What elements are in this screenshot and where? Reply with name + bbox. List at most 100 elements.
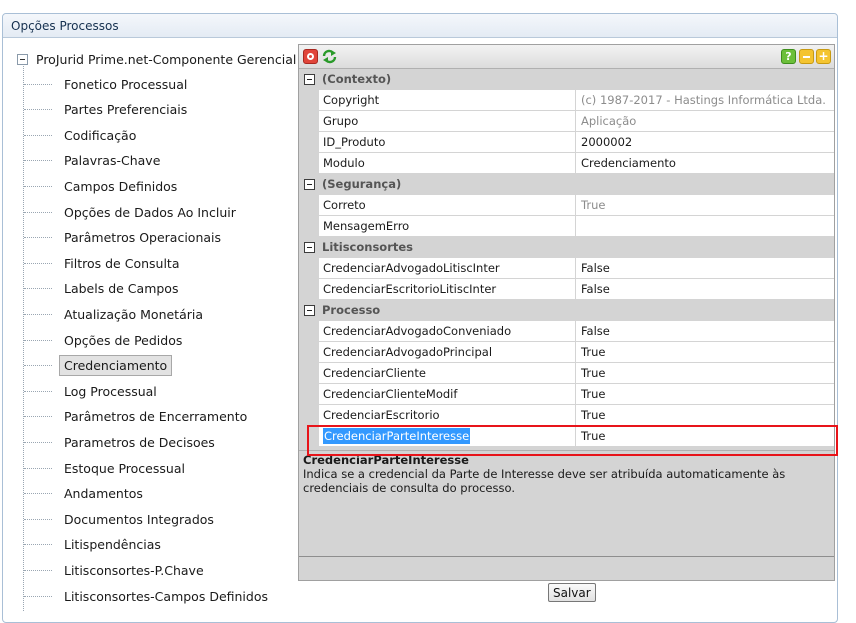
collapse-icon[interactable] [304,179,315,190]
property-value[interactable]: 2000002 [576,132,834,153]
tree-item[interactable]: Filtros de Consulta [24,252,185,274]
tree-item-label[interactable]: Opções de Pedidos [59,330,187,351]
tree-item-label[interactable]: Palavras-Chave [59,150,165,171]
property-name[interactable]: MensagemErro [319,216,576,237]
tree-item-label[interactable]: Estoque Processual [59,458,190,479]
tree-item-label[interactable]: Codificação [59,125,141,146]
collapse-icon[interactable] [304,74,315,85]
tree-item-label[interactable]: Atualização Monetária [59,304,208,325]
tree-root-label[interactable]: ProJurid Prime.net-Componente Gerencial [36,52,296,67]
tree-root[interactable]: ProJurid Prime.net-Componente Gerencial [17,49,296,69]
property-name[interactable]: Copyright [319,90,576,111]
tree-item[interactable]: Parametros de Decisoes [24,431,220,453]
grid-property-row[interactable]: Modulo Credenciamento [299,153,834,174]
tree-item[interactable]: Parâmetros de Encerramento [24,406,252,428]
tree-item-label[interactable]: Documentos Integrados [59,509,219,530]
tree-item[interactable]: Andamentos [24,483,148,505]
help-icon[interactable]: ? [781,49,796,64]
tree-item-label[interactable]: Andamentos [59,483,148,504]
tree-item[interactable]: Labels de Campos [24,278,183,300]
property-value[interactable]: False [576,279,834,300]
tree-item-label[interactable]: Litisconsortes-Campos Definidos [59,586,273,607]
tree-item[interactable]: Parâmetros Operacionais [24,227,226,249]
property-name[interactable]: CredenciarParteInteresse [319,426,576,447]
property-name[interactable]: CredenciarAdvogadoPrincipal [319,342,576,363]
property-value[interactable]: True [576,342,834,363]
grid-property-row[interactable]: CredenciarEscritorio True [299,405,834,426]
property-value[interactable] [576,216,834,237]
grid-property-row[interactable]: Correto True [299,195,834,216]
grid-category-row[interactable]: Litisconsortes [299,237,834,258]
grid-category-row[interactable]: (Segurança) [299,174,834,195]
property-name[interactable]: CredenciarCliente [319,363,576,384]
minimize-icon[interactable] [799,49,814,64]
property-name[interactable]: CredenciarEscritorio [319,405,576,426]
close-red-icon[interactable] [303,49,318,64]
tree-item[interactable]: Codificação [24,124,141,146]
tree-item-label[interactable]: Fonetico Processual [59,74,192,95]
property-value[interactable]: True [576,195,834,216]
property-value[interactable]: True [576,426,834,447]
grid-property-row[interactable]: CredenciarCliente True [299,363,834,384]
property-value[interactable]: Credenciamento [576,153,834,174]
tree-item[interactable]: Fonetico Processual [24,73,192,95]
save-button[interactable]: Salvar [548,583,596,602]
tree-item-label[interactable]: Campos Definidos [59,176,182,197]
refresh-icon[interactable] [321,49,338,64]
property-name[interactable]: CredenciarAdvogadoConveniado [319,321,576,342]
tree-item-label[interactable]: Parâmetros de Encerramento [59,406,252,427]
property-value[interactable]: False [576,258,834,279]
grid-property-row[interactable]: CredenciarAdvogadoLitiscInter False [299,258,834,279]
tree-item[interactable]: Opções de Pedidos [24,329,187,351]
tree-item[interactable]: Palavras-Chave [24,150,165,172]
add-icon[interactable] [816,49,831,64]
property-value[interactable]: (c) 1987-2017 - Hastings Informática Ltd… [576,90,834,111]
collapse-icon[interactable] [304,242,315,253]
tree-item-label[interactable]: Opções de Dados Ao Incluir [59,202,241,223]
property-name[interactable]: Correto [319,195,576,216]
tree-item[interactable]: Litisconsortes-P.Chave [24,559,209,581]
grid-property-row[interactable]: ID_Produto 2000002 [299,132,834,153]
tree-item-label[interactable]: Log Processual [59,381,162,402]
property-value[interactable]: Aplicação [576,111,834,132]
grid-property-row[interactable]: Copyright (c) 1987-2017 - Hastings Inform… [299,90,834,111]
tree-item-label[interactable]: Filtros de Consulta [59,253,185,274]
tree-item[interactable]: Log Processual [24,380,162,402]
property-value[interactable]: True [576,405,834,426]
tree-item-label[interactable]: Litisconsortes-P.Chave [59,560,209,581]
tree-item-label[interactable]: Partes Preferenciais [59,99,192,120]
tree-item-label[interactable]: Litispendências [59,534,166,555]
tree-item-label[interactable]: Credenciamento [59,355,173,377]
grid-property-row[interactable]: CredenciarEscritorioLitiscInter False [299,279,834,300]
property-name[interactable]: Grupo [319,111,576,132]
tree-item-label[interactable]: Parâmetros Operacionais [59,227,226,248]
property-value[interactable]: True [576,363,834,384]
tree-item-label[interactable]: Parametros de Decisoes [59,432,220,453]
tree-item[interactable]: Partes Preferenciais [24,99,192,121]
grid-property-row[interactable]: Grupo Aplicação [299,111,834,132]
tree-item[interactable]: Estoque Processual [24,457,190,479]
property-name[interactable]: CredenciarClienteModif [319,384,576,405]
property-name[interactable]: CredenciarEscritorioLitiscInter [319,279,576,300]
property-name[interactable]: CredenciarAdvogadoLitiscInter [319,258,576,279]
tree-item-label[interactable]: Labels de Campos [59,278,183,299]
grid-property-row[interactable]: CredenciarParteInteresse True [299,426,834,447]
tree-item[interactable]: Documentos Integrados [24,508,219,530]
property-value[interactable]: True [576,384,834,405]
tree-item[interactable]: Litisconsortes-Campos Definidos [24,585,273,607]
grid-property-row[interactable]: CredenciarClienteModif True [299,384,834,405]
tree-item[interactable]: Campos Definidos [24,175,182,197]
grid-category-row[interactable]: (Contexto) [299,69,834,90]
grid-property-row[interactable]: CredenciarAdvogadoPrincipal True [299,342,834,363]
grid-property-row[interactable]: CredenciarAdvogadoConveniado False [299,321,834,342]
grid-property-row[interactable]: MensagemErro [299,216,834,237]
collapse-icon[interactable] [17,53,28,65]
grid-category-row[interactable]: Processo [299,300,834,321]
property-value[interactable]: False [576,321,834,342]
tree-item[interactable]: Litispendências [24,534,166,556]
property-name[interactable]: ID_Produto [319,132,576,153]
property-name[interactable]: Modulo [319,153,576,174]
collapse-icon[interactable] [304,305,315,316]
tree-item[interactable]: Credenciamento [24,355,173,377]
tree-item[interactable]: Atualização Monetária [24,303,208,325]
